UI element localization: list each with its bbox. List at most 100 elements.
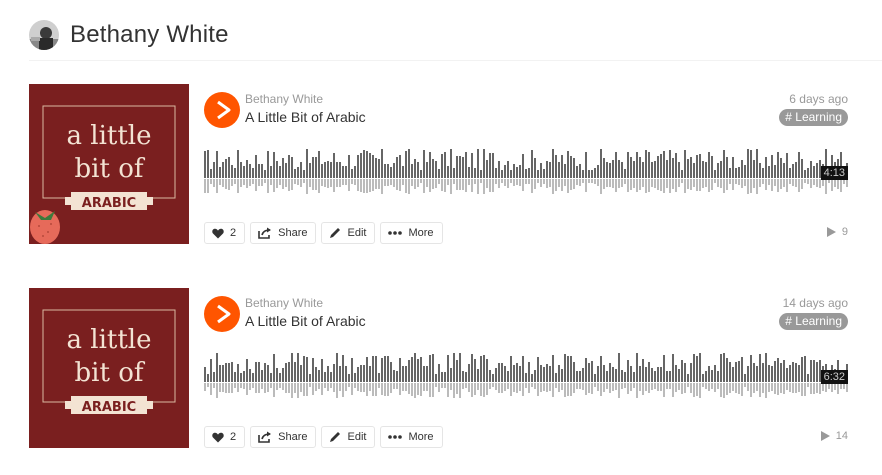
waveform-bar-reflection	[759, 383, 761, 397]
waveform-bar-reflection	[318, 383, 320, 389]
waveform[interactable]	[204, 142, 849, 202]
waveform-bar	[813, 166, 815, 178]
more-button[interactable]: More	[380, 426, 443, 448]
share-button[interactable]: Share	[250, 222, 317, 244]
waveform-bar	[390, 362, 392, 382]
waveform-bar	[525, 169, 527, 178]
waveform-bar-reflection	[279, 179, 281, 185]
waveform-bar	[462, 157, 464, 178]
waveform-bar-reflection	[612, 179, 614, 188]
waveform-bar-reflection	[471, 179, 473, 192]
waveform-bar	[729, 362, 731, 382]
like-button[interactable]: 2	[204, 426, 246, 448]
waveform-bar	[738, 361, 740, 382]
waveform-bar	[354, 373, 356, 382]
waveform-bar-reflection	[690, 383, 692, 393]
waveform-bar	[258, 164, 260, 178]
waveform-bar-reflection	[483, 383, 485, 397]
waveform-bar	[552, 149, 554, 178]
waveform-bar-reflection	[624, 179, 626, 184]
waveform-bar	[612, 160, 614, 178]
waveform-bar	[657, 367, 659, 382]
track-title[interactable]: A Little Bit of Arabic	[245, 313, 366, 329]
waveform-bar	[411, 357, 413, 382]
track-tag[interactable]: # Learning	[779, 109, 848, 126]
waveform-bar	[768, 365, 770, 382]
play-button[interactable]	[204, 296, 240, 332]
waveform-bar	[474, 359, 476, 382]
like-button[interactable]: 2	[204, 222, 246, 244]
track-uploader[interactable]: Bethany White	[245, 296, 323, 310]
track-uploader[interactable]: Bethany White	[245, 92, 323, 106]
waveform-bar-reflection	[204, 383, 206, 391]
more-button[interactable]: More	[380, 222, 443, 244]
waveform-bar-reflection	[300, 383, 302, 392]
waveform-bar	[480, 356, 482, 382]
artwork-line2: bit of	[75, 154, 146, 184]
waveform-bar-reflection	[810, 383, 812, 394]
waveform-bar	[387, 164, 389, 178]
share-button[interactable]: Share	[250, 426, 317, 448]
waveform-bar	[720, 161, 722, 178]
waveform-bar	[309, 163, 311, 178]
waveform-bar	[684, 363, 686, 382]
page-title[interactable]: Bethany White	[70, 21, 229, 49]
waveform-bar	[660, 154, 662, 178]
waveform-bar	[264, 170, 266, 178]
waveform-bar	[810, 360, 812, 382]
waveform-bar	[741, 160, 743, 178]
waveform-bar	[444, 372, 446, 382]
waveform[interactable]	[204, 346, 849, 406]
play-button[interactable]	[204, 92, 240, 128]
waveform-bar-reflection	[717, 179, 719, 187]
waveform-bar-reflection	[609, 179, 611, 187]
waveform-bar-reflection	[354, 179, 356, 185]
waveform-bar	[585, 358, 587, 382]
waveform-bar	[243, 371, 245, 382]
waveform-bar-reflection	[582, 179, 584, 183]
waveform-bar	[789, 365, 791, 382]
waveform-bar	[687, 159, 689, 178]
waveform-bar-reflection	[291, 179, 293, 190]
waveform-bar	[366, 151, 368, 178]
waveform-bar-reflection	[675, 383, 677, 392]
waveform-bar	[525, 373, 527, 382]
waveform-bar	[696, 155, 698, 178]
edit-button[interactable]: Edit	[321, 426, 376, 448]
waveform-bar	[330, 162, 332, 178]
waveform-bar-reflection	[294, 383, 296, 393]
track-tag[interactable]: # Learning	[779, 313, 848, 330]
track-title[interactable]: A Little Bit of Arabic	[245, 109, 366, 125]
waveform-bar-reflection	[618, 179, 620, 188]
edit-button[interactable]: Edit	[321, 222, 376, 244]
avatar[interactable]	[29, 20, 59, 50]
waveform-bar-reflection	[666, 179, 668, 188]
waveform-bar	[597, 366, 599, 382]
waveform-bar-reflection	[807, 383, 809, 387]
waveform-bar	[504, 165, 506, 178]
waveform-bar	[672, 158, 674, 178]
waveform-bar-reflection	[795, 383, 797, 393]
track-artwork[interactable]: a little bit of ARABIC	[29, 84, 189, 244]
waveform-bar-reflection	[288, 179, 290, 191]
waveform-bar-reflection	[411, 383, 413, 396]
waveform-bar-reflection	[684, 179, 686, 193]
track-artwork[interactable]: a little bit of ARABIC	[29, 288, 189, 448]
waveform-bar-reflection	[318, 179, 320, 193]
waveform-bar	[711, 370, 713, 382]
waveform-bar	[708, 152, 710, 178]
waveform-bar	[624, 372, 626, 382]
waveform-bar-reflection	[363, 383, 365, 392]
waveform-bar-reflection	[747, 383, 749, 391]
waveform-bar-reflection	[231, 383, 233, 393]
more-label: More	[408, 227, 434, 239]
waveform-bar	[372, 155, 374, 178]
waveform-bar-reflection	[789, 179, 791, 184]
waveform-bar-reflection	[438, 179, 440, 184]
waveform-bar-reflection	[351, 383, 353, 395]
waveform-bar-reflection	[213, 179, 215, 187]
waveform-bar-reflection	[576, 179, 578, 185]
waveform-bar-reflection	[621, 179, 623, 187]
waveform-bar	[687, 374, 689, 382]
waveform-bar	[765, 353, 767, 382]
